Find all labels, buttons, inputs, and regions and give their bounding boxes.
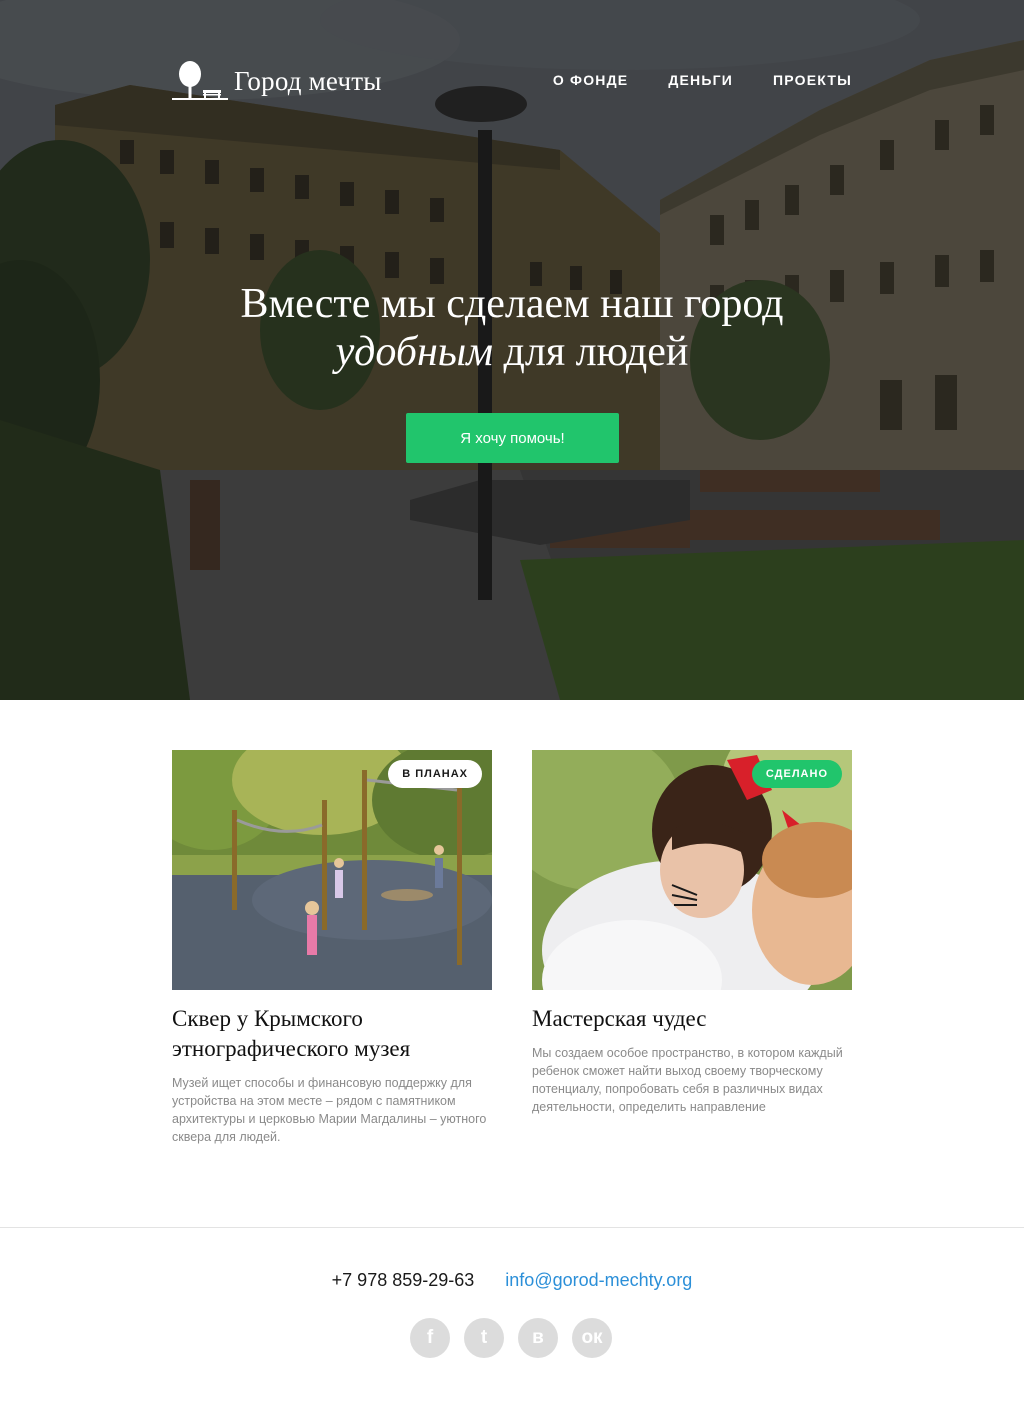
vk-icon[interactable]: в bbox=[518, 1318, 558, 1358]
projects-section: В ПЛАНАХ Сквер у Крымского этнографическ… bbox=[172, 750, 852, 1170]
hero-title-rest: для людей bbox=[493, 329, 689, 375]
tree-bench-logo-icon bbox=[172, 61, 228, 100]
nav-about[interactable]: О ФОНДЕ bbox=[553, 72, 628, 88]
project-description: Мы создаем особое пространство, в которо… bbox=[532, 1046, 843, 1114]
logo[interactable]: Город мечты bbox=[172, 58, 382, 104]
hero-title-italic: удобным bbox=[335, 329, 494, 375]
project-card[interactable]: СДЕЛАНО Мастерская чудес Мы создаем особ… bbox=[532, 750, 852, 1116]
phone-number[interactable]: +7 978 859-29-63 bbox=[332, 1270, 475, 1290]
twitter-icon[interactable]: t bbox=[464, 1318, 504, 1358]
site-header: Город мечты О ФОНДЕ ДЕНЬГИ ПРОЕКТЫ bbox=[172, 56, 852, 104]
odnoklassniki-icon[interactable]: ок bbox=[572, 1318, 612, 1358]
project-title[interactable]: Сквер у Крымского этнографического музея bbox=[172, 1004, 492, 1064]
hero-section: Город мечты О ФОНДЕ ДЕНЬГИ ПРОЕКТЫ Вмест… bbox=[0, 0, 1024, 700]
logo-text: Город мечты bbox=[234, 65, 382, 96]
footer-divider bbox=[0, 1227, 1024, 1228]
hero-title: Вместе мы сделаем наш город удобным для … bbox=[0, 280, 1024, 376]
status-badge: В ПЛАНАХ bbox=[388, 760, 482, 788]
project-photo: В ПЛАНАХ bbox=[172, 750, 492, 990]
help-button[interactable]: Я хочу помочь! bbox=[406, 413, 619, 463]
project-card[interactable]: В ПЛАНАХ Сквер у Крымского этнографическ… bbox=[172, 750, 492, 1146]
contacts: +7 978 859-29-63 info@gorod-mechty.org bbox=[0, 1270, 1024, 1291]
project-description: Музей ищет способы и финансовую поддержк… bbox=[172, 1076, 487, 1144]
main-nav: О ФОНДЕ ДЕНЬГИ ПРОЕКТЫ bbox=[553, 72, 852, 88]
facebook-icon[interactable]: f bbox=[410, 1318, 450, 1358]
project-title[interactable]: Мастерская чудес bbox=[532, 1004, 852, 1034]
hero-title-line1: Вместе мы сделаем наш город bbox=[240, 281, 784, 327]
email-link[interactable]: info@gorod-mechty.org bbox=[505, 1270, 692, 1290]
status-badge: СДЕЛАНО bbox=[751, 760, 842, 788]
project-photo: СДЕЛАНО bbox=[532, 750, 852, 990]
nav-projects[interactable]: ПРОЕКТЫ bbox=[773, 72, 852, 88]
social-links: f t в ок bbox=[410, 1318, 612, 1358]
nav-money[interactable]: ДЕНЬГИ bbox=[668, 72, 733, 88]
